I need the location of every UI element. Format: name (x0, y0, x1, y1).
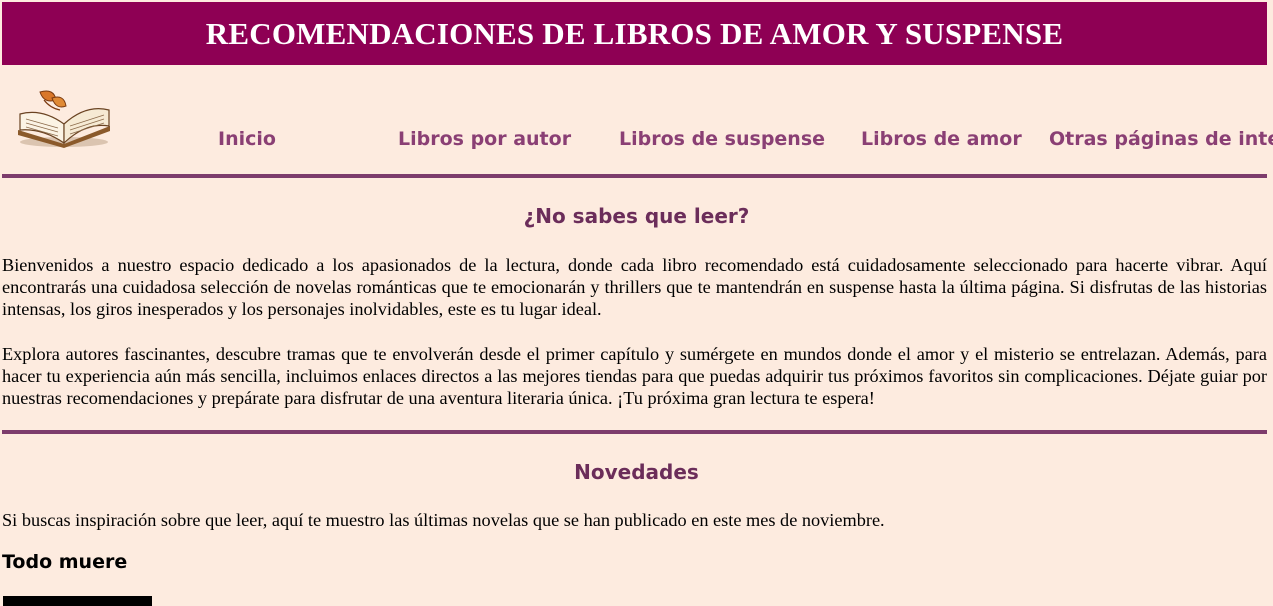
site-title: RECOMENDACIONES DE LIBROS DE AMOR Y SUSP… (205, 15, 1064, 51)
intro-paragraph-1: Bienvenidos a nuestro espacio dedicado a… (2, 255, 1267, 319)
news-heading: Novedades (574, 460, 699, 484)
intro-heading: ¿No sabes que leer? (523, 204, 750, 228)
nav-link-libros-de-suspense[interactable]: Libros de suspense (619, 128, 825, 150)
divider (2, 174, 1267, 178)
intro-paragraph-2: Explora autores fascinantes, descubre tr… (2, 344, 1267, 408)
book-title: Todo muere (2, 551, 128, 573)
nav-link-inicio[interactable]: Inicio (218, 128, 276, 150)
divider (2, 430, 1267, 434)
book-cover-image[interactable] (3, 596, 152, 606)
site-header-banner: RECOMENDACIONES DE LIBROS DE AMOR Y SUSP… (2, 2, 1267, 65)
news-intro-text: Si buscas inspiración sobre que leer, aq… (2, 510, 885, 530)
open-book-icon (18, 90, 110, 148)
nav-link-libros-de-amor[interactable]: Libros de amor (861, 128, 1022, 150)
nav-link-libros-por-autor[interactable]: Libros por autor (398, 128, 571, 150)
nav-link-otras-paginas[interactable]: Otras páginas de interés (1049, 128, 1273, 150)
